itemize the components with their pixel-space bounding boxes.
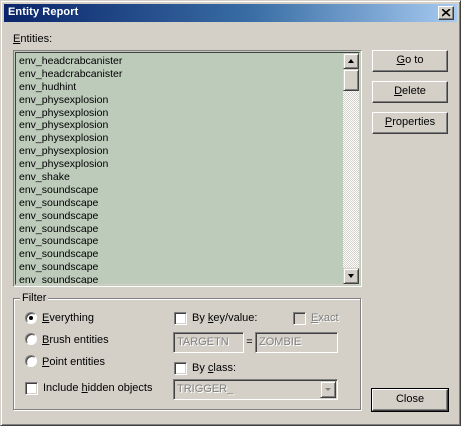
list-item[interactable]: env_headcrabcanister [19,55,341,68]
chevron-down-icon [325,388,331,391]
delete-button[interactable]: Delete [372,81,448,103]
window-title: Entity Report [8,6,79,18]
list-item[interactable]: env_physexplosion [19,132,341,145]
include-hidden-label[interactable]: Include hidden objects [43,382,152,394]
list-item[interactable]: env_soundscape [19,210,341,223]
close-window-button[interactable] [438,6,454,20]
delete-label-rest: elete [402,85,426,97]
by-key-value-label[interactable]: By key/value: [192,312,257,324]
goto-mnemonic: G [396,54,406,66]
entities-list-items: env_headcrabcanister env_headcrabcaniste… [19,55,341,284]
entities-scrollbar[interactable] [343,53,359,284]
include-hidden-label-b: idden objects [87,382,153,394]
include-hidden-checkbox[interactable] [25,382,38,395]
list-item[interactable]: env_physexplosion [19,107,341,120]
exact-checkbox[interactable] [293,312,306,325]
class-dropdown-button[interactable] [320,381,336,398]
scroll-thumb[interactable] [343,69,359,91]
properties-label-rest: roperties [392,116,436,128]
list-item[interactable]: env_soundscape [19,261,341,274]
point-label-rest: oint entities [49,356,105,368]
entities-label-rest: ntities: [20,33,53,45]
goto-label-rest: o to [405,54,424,66]
brush-entities-radio[interactable] [25,333,37,345]
scroll-down-button[interactable] [343,268,359,284]
everything-label[interactable]: Everything [42,312,94,324]
list-item[interactable]: env_soundscape [19,184,341,197]
list-item[interactable]: env_soundscape [19,223,341,236]
by-key-value-label-b: ey/value: [213,312,258,324]
list-item[interactable]: env_soundscape [19,274,341,284]
filter-legend: Filter [20,292,49,304]
list-item[interactable]: env_headcrabcanister [19,68,341,81]
by-class-checkbox[interactable] [174,362,187,375]
arrow-down-icon [348,274,354,278]
scroll-up-button[interactable] [343,53,359,69]
entities-list[interactable]: env_headcrabcanister env_headcrabcaniste… [13,50,362,287]
entities-list-inner: env_headcrabcanister env_headcrabcaniste… [15,52,360,285]
list-item[interactable]: env_physexplosion [19,94,341,107]
list-item[interactable]: env_soundscape [19,235,341,248]
list-item[interactable]: env_physexplosion [19,145,341,158]
by-class-label[interactable]: By class: [192,362,236,374]
close-button[interactable]: Close [371,388,449,412]
brush-label-rest: rush entities [49,334,109,346]
arrow-up-icon [348,59,354,63]
radio-selected-dot [29,316,33,320]
everything-radio[interactable] [25,312,37,324]
list-item[interactable]: env_soundscape [19,197,341,210]
by-class-label-a: By [192,362,208,374]
delete-mnemonic: D [394,85,403,97]
goto-button[interactable]: Go to [372,50,448,72]
value-field[interactable]: ZOMBIE [255,332,338,353]
by-class-label-b: lass: [213,362,237,374]
brush-entities-label[interactable]: Brush entities [42,334,109,346]
by-key-value-checkbox[interactable] [174,312,187,325]
exact-label[interactable]: Exact [311,312,339,324]
class-combobox[interactable]: TRIGGER_ [173,379,338,400]
properties-button[interactable]: Properties [372,112,448,134]
point-entities-label[interactable]: Point entities [42,356,105,368]
exact-label-rest: xact [318,312,339,324]
everything-label-rest: verything [49,312,94,324]
title-bar[interactable]: Entity Report [4,4,457,22]
include-hidden-label-a: Include [43,382,82,394]
list-item[interactable]: env_soundscape [19,248,341,261]
list-item[interactable]: env_physexplosion [19,119,341,132]
point-entities-radio[interactable] [25,355,37,367]
class-combobox-value: TRIGGER_ [177,383,234,395]
list-item[interactable]: env_physexplosion [19,158,341,171]
close-icon [442,9,451,17]
list-item[interactable]: env_hudhint [19,81,341,94]
list-item[interactable]: env_shake [19,171,341,184]
by-key-value-label-a: By [192,312,208,324]
key-field[interactable]: TARGETN [173,332,244,353]
entities-label: Entities: [13,33,52,45]
